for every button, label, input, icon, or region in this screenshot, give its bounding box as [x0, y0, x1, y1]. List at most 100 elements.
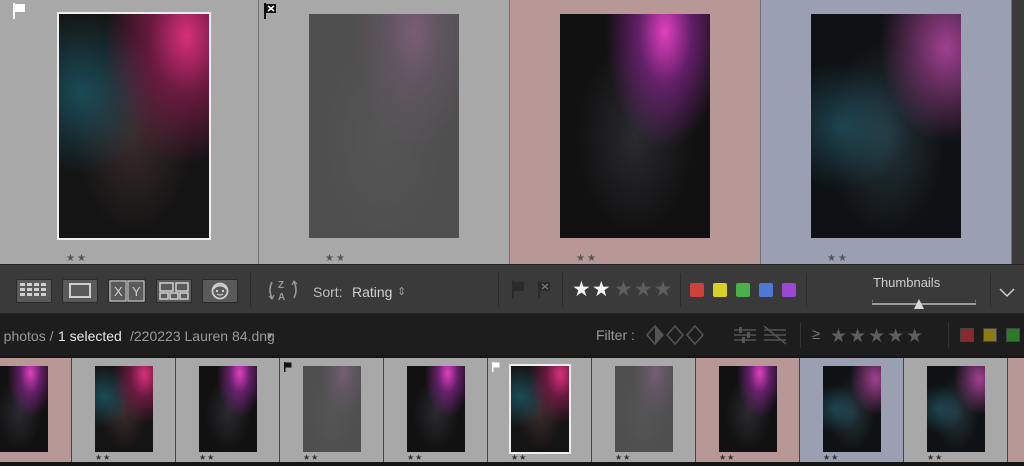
- filmstrip-cell[interactable]: ★★: [904, 358, 1008, 462]
- filmstrip-thumbnail[interactable]: [303, 366, 361, 452]
- filmstrip-cell[interactable]: ★★: [280, 358, 384, 462]
- grid-view: ★★ ★★ ★★ ★★: [0, 0, 1024, 264]
- filmstrip-thumbnail[interactable]: [0, 366, 48, 452]
- sliders-icon: [734, 325, 787, 345]
- loupe-icon: [69, 283, 91, 298]
- pick-flag-icon[interactable]: [12, 3, 26, 19]
- grid-icon: [20, 283, 46, 296]
- svg-text:A: A: [278, 292, 285, 303]
- filmstrip-cell[interactable]: ★★: [696, 358, 800, 462]
- thumbnail-image[interactable]: [811, 14, 961, 238]
- filmstrip-rating: ★★: [615, 453, 632, 462]
- filmstrip-thumbnail[interactable]: [719, 366, 777, 452]
- compare-view-button[interactable]: X Y: [108, 279, 146, 303]
- thumbnail-image[interactable]: [560, 14, 710, 238]
- filmstrip-cell[interactable]: ★★: [72, 358, 176, 462]
- toolbar-divider: [562, 273, 563, 307]
- filmstrip-thumbnail[interactable]: [615, 366, 673, 452]
- filmstrip-cell[interactable]: ★★: [384, 358, 488, 462]
- color-label-purple[interactable]: [782, 283, 796, 297]
- filmstrip-cell[interactable]: [0, 358, 72, 462]
- svg-text:Z: Z: [278, 280, 284, 291]
- filter-color-green[interactable]: [1006, 328, 1020, 342]
- filmstrip-cell[interactable]: ★★: [176, 358, 280, 462]
- filmstrip-thumbnail[interactable]: [199, 366, 257, 452]
- toolbar-divider: [498, 273, 499, 307]
- pick-flag-icon: [283, 359, 297, 375]
- filter-label: Filter :: [596, 327, 635, 343]
- filmstrip-thumbnail[interactable]: [407, 366, 465, 452]
- slider-ticks: [872, 300, 976, 302]
- flag-reject-button[interactable]: [536, 280, 552, 300]
- toolbar-divider: [806, 273, 807, 307]
- filmstrip-rating: ★★: [719, 453, 736, 462]
- rating-stars-filled[interactable]: ★★: [572, 279, 612, 300]
- filmstrip-rating: ★★: [199, 453, 216, 462]
- filmstrip-rating: ★★: [511, 453, 528, 462]
- filmstrip-rating: ★★: [927, 453, 944, 462]
- filmstrip-header: 5 photos / 1 selected /220223 Lauren 84.…: [0, 314, 1024, 356]
- selected-count: 1 selected: [58, 328, 122, 344]
- rating-stars[interactable]: ★★: [827, 253, 849, 264]
- rating-stars[interactable]: ★★: [325, 253, 347, 264]
- pick-flag-icon: [512, 281, 524, 299]
- grid-cell[interactable]: ★★: [0, 0, 259, 264]
- color-label-blue[interactable]: [759, 283, 773, 297]
- rating-stars-empty[interactable]: ★★★: [614, 279, 673, 300]
- filter-flag-icons[interactable]: [645, 324, 709, 346]
- thumbnail-image[interactable]: [309, 14, 459, 238]
- filmstrip-thumbnail[interactable]: [823, 366, 881, 452]
- thumbnail-size-slider[interactable]: [872, 299, 976, 309]
- photo-count: 5 photos /: [0, 328, 54, 344]
- loupe-view-button[interactable]: [62, 279, 98, 303]
- filmstrip-cell[interactable]: ★★: [592, 358, 696, 462]
- filter-color-red[interactable]: [960, 328, 974, 342]
- sort-dropdown[interactable]: Rating: [352, 284, 392, 300]
- filter-color-yellow[interactable]: [983, 328, 997, 342]
- filmstrip-thumbnail[interactable]: [95, 366, 153, 452]
- toolbar-divider: [990, 273, 991, 307]
- filmstrip-thumbnail[interactable]: [927, 366, 985, 452]
- filter-divider: [948, 322, 949, 348]
- slider-thumb[interactable]: [914, 299, 924, 309]
- flag-filter-icon: [645, 324, 705, 346]
- filmstrip: ★★ ★★ ★★ ★★ ★★ ★★ ★★ ★★ ★★: [0, 356, 1024, 466]
- grid-cell[interactable]: ★★: [761, 0, 1012, 264]
- people-view-button[interactable]: [202, 279, 238, 303]
- filmstrip-cell[interactable]: ★★: [800, 358, 904, 462]
- grid-cell[interactable]: ★★: [510, 0, 761, 264]
- filmstrip-cell[interactable]: ★★: [488, 358, 592, 462]
- filmstrip-cell[interactable]: [1008, 358, 1024, 462]
- rating-operator[interactable]: ≥: [812, 326, 820, 343]
- survey-view-button[interactable]: [156, 279, 192, 303]
- pick-flag-icon: [491, 359, 505, 375]
- toolbar: X Y Z A Sort: Rating ⇕ ★★ ★★★ Thumbnails: [0, 264, 1024, 314]
- sort-dropdown-arrow-icon[interactable]: ⇕: [397, 285, 406, 298]
- flag-pick-button[interactable]: [510, 280, 526, 300]
- rating-filter-stars[interactable]: ★★★★★: [830, 325, 925, 348]
- sort-direction-button[interactable]: Z A: [265, 277, 305, 303]
- selected-filename[interactable]: /220223 Lauren 84.dng: [130, 328, 275, 344]
- color-label-red[interactable]: [690, 283, 704, 297]
- face-icon: [211, 282, 229, 300]
- filmstrip-rating: ★★: [303, 453, 320, 462]
- filmstrip-rating: ★★: [95, 453, 112, 462]
- rating-stars[interactable]: ★★: [66, 253, 88, 264]
- reject-flag-icon[interactable]: [263, 3, 277, 19]
- reject-flag-icon: [538, 281, 550, 299]
- color-label-green[interactable]: [736, 283, 750, 297]
- survey-icon: [159, 282, 189, 300]
- sort-az-icon: Z A: [268, 279, 298, 303]
- thumbnails-label: Thumbnails: [873, 275, 941, 290]
- rating-stars[interactable]: ★★: [576, 253, 598, 264]
- toolbar-options-button[interactable]: [998, 285, 1016, 298]
- grid-scrollbar[interactable]: [1012, 0, 1024, 264]
- filename-dropdown-arrow-icon[interactable]: ▾: [267, 329, 273, 342]
- grid-cell[interactable]: ★★: [259, 0, 510, 264]
- thumbnail-image[interactable]: [57, 12, 211, 240]
- filter-edit-icons[interactable]: [730, 324, 790, 346]
- grid-view-button[interactable]: [16, 279, 52, 303]
- filmstrip-thumbnail-selected[interactable]: [509, 364, 571, 454]
- color-label-yellow[interactable]: [713, 283, 727, 297]
- toolbar-divider: [680, 273, 681, 307]
